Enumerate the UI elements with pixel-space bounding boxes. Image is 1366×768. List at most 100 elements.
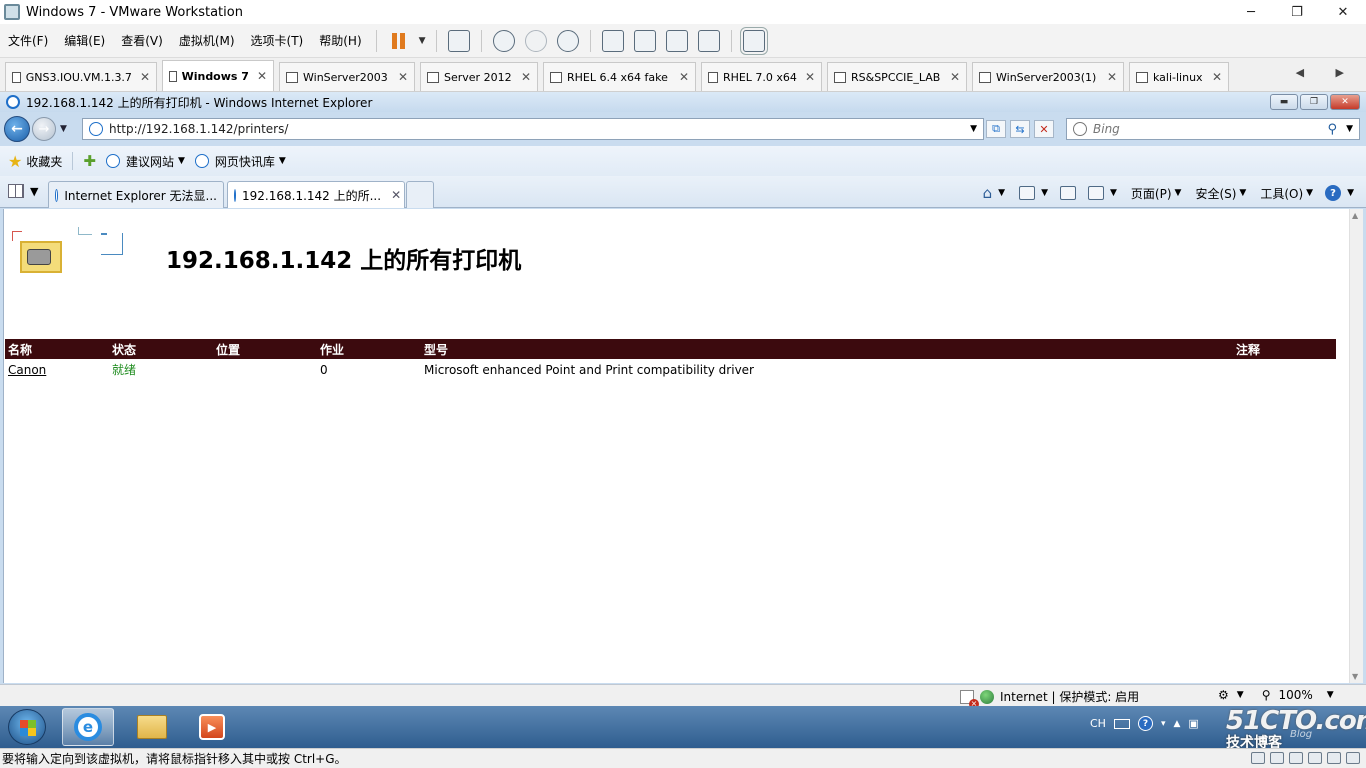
message-icon[interactable]: [1346, 752, 1360, 764]
forward-arrow-icon[interactable]: →: [32, 117, 56, 141]
cd-drive-icon[interactable]: [1270, 752, 1284, 764]
print-dropdown-icon[interactable]: ▼: [1110, 188, 1117, 198]
search-box[interactable]: ⚲ ▼: [1066, 118, 1360, 140]
stop-icon[interactable]: ✕: [1034, 120, 1054, 138]
restore-button[interactable]: ❐: [1274, 0, 1320, 24]
menu-vm[interactable]: 虚拟机(M): [171, 32, 243, 49]
ie-minimize-button[interactable]: ▬: [1270, 94, 1298, 110]
help-dropdown-icon[interactable]: ▼: [1347, 188, 1354, 198]
new-tab-button[interactable]: [406, 181, 434, 208]
add-to-favorites-bar-icon[interactable]: ✚: [83, 152, 96, 170]
power-dropdown-icon[interactable]: ▼: [419, 36, 426, 46]
sound-icon[interactable]: [1327, 752, 1341, 764]
taskbar-explorer-button[interactable]: [126, 708, 178, 746]
zoom-level[interactable]: 100%: [1278, 688, 1312, 702]
vm-tab-rsspccie[interactable]: RS&SPCCIE_LAB ✕: [827, 62, 967, 91]
web-slice-gallery-link[interactable]: 网页快讯库 ▼: [194, 153, 286, 170]
menu-file[interactable]: 文件(F): [0, 32, 56, 49]
tab-close-icon[interactable]: ✕: [1204, 70, 1222, 84]
ie-restore-button[interactable]: ❐: [1300, 94, 1328, 110]
zoom-icon[interactable]: ⚲: [1262, 688, 1271, 702]
security-zone[interactable]: Internet | 保护模式: 启用: [960, 688, 1139, 709]
scroll-up-icon[interactable]: ▲: [1352, 211, 1358, 220]
vm-tab-rhel70[interactable]: RHEL 7.0 x64 ✕: [701, 62, 822, 91]
print-icon[interactable]: [1087, 186, 1104, 200]
vm-tab-rhel64[interactable]: RHEL 6.4 x64 fake ✕: [543, 62, 696, 91]
menu-view[interactable]: 查看(V): [113, 32, 171, 49]
hard-disk-icon[interactable]: [1251, 752, 1265, 764]
favorites-button[interactable]: 收藏夹: [26, 153, 62, 170]
back-arrow-icon[interactable]: ←: [4, 116, 30, 142]
search-icon[interactable]: ⚲: [1327, 122, 1337, 137]
show-library-icon[interactable]: [601, 29, 624, 52]
vm-tab-kali[interactable]: kali-linux ✕: [1129, 62, 1229, 91]
tab-close-icon[interactable]: ✕: [249, 69, 267, 83]
page-status-icon[interactable]: ⚙: [1218, 688, 1229, 702]
zoom-dropdown-icon[interactable]: ▼: [1327, 690, 1334, 700]
page-menu[interactable]: 页面(P) ▼: [1131, 185, 1182, 202]
suspend-pause-icon[interactable]: [388, 30, 410, 52]
safety-menu[interactable]: 安全(S) ▼: [1195, 185, 1246, 202]
revert-snapshot-icon[interactable]: [524, 29, 547, 52]
favorites-star-icon[interactable]: ★: [8, 152, 22, 171]
console-view-icon[interactable]: [739, 26, 768, 55]
compatibility-view-icon[interactable]: ⧉: [986, 120, 1006, 138]
search-input[interactable]: [1093, 122, 1313, 136]
feeds-dropdown-icon[interactable]: ▼: [1041, 188, 1048, 198]
read-mail-icon[interactable]: [1059, 186, 1076, 200]
keyboard-icon[interactable]: [1113, 718, 1130, 729]
printer-link-canon[interactable]: Canon: [8, 363, 46, 377]
vm-tab-winserver2003-1[interactable]: WinServer2003(1) ✕: [972, 62, 1124, 91]
refresh-icon[interactable]: ⇆: [1010, 120, 1030, 138]
tab-close-icon[interactable]: ✕: [797, 70, 815, 84]
full-screen-icon[interactable]: [665, 29, 688, 52]
tab-close-icon[interactable]: ✕: [390, 70, 408, 84]
take-snapshot-icon[interactable]: [492, 29, 515, 52]
help-icon[interactable]: ?: [1137, 716, 1153, 731]
scroll-down-icon[interactable]: ▼: [1352, 672, 1358, 681]
vertical-scrollbar[interactable]: ▲ ▼: [1349, 209, 1363, 683]
menu-help[interactable]: 帮助(H): [311, 32, 369, 49]
address-bar[interactable]: ▼: [82, 118, 984, 140]
suggested-sites-link[interactable]: 建议网站 ▼: [105, 153, 185, 170]
unity-icon[interactable]: [697, 29, 720, 52]
tab-list-dropdown-icon[interactable]: ▼: [30, 185, 38, 198]
show-hidden-icons-icon[interactable]: ▲: [1173, 719, 1180, 729]
close-button[interactable]: ✕: [1320, 0, 1366, 24]
input-language[interactable]: CH: [1090, 717, 1106, 730]
network-icon[interactable]: ▣: [1188, 717, 1198, 730]
minimize-button[interactable]: ─: [1228, 0, 1274, 24]
taskbar-ie-button[interactable]: e: [62, 708, 114, 746]
tab-scroll-arrows-icon[interactable]: ◀ ▶: [1296, 66, 1358, 79]
menu-edit[interactable]: 编辑(E): [56, 32, 113, 49]
feeds-icon[interactable]: [1019, 186, 1036, 200]
address-dropdown-icon[interactable]: ▼: [970, 124, 977, 134]
quick-tabs-icon[interactable]: [8, 184, 24, 198]
vm-tab-gns3[interactable]: GNS3.IOU.VM.1.3.7 ✕: [5, 62, 157, 91]
send-ctrl-alt-del-icon[interactable]: [447, 29, 470, 52]
ime-options-icon[interactable]: ▾: [1161, 719, 1166, 729]
tab-close-icon[interactable]: ✕: [391, 188, 401, 202]
ie-tab-error[interactable]: Internet Explorer 无法显...: [48, 181, 224, 208]
tools-menu[interactable]: 工具(O) ▼: [1260, 185, 1313, 202]
vm-tab-winserver2003[interactable]: WinServer2003 ✕: [279, 62, 415, 91]
tab-close-icon[interactable]: ✕: [513, 70, 531, 84]
network-adapter-icon[interactable]: [1289, 752, 1303, 764]
vm-tab-server2012[interactable]: Server 2012 ✕: [420, 62, 538, 91]
home-dropdown-icon[interactable]: ▼: [998, 188, 1005, 198]
dropdown-icon[interactable]: ▼: [1237, 690, 1244, 700]
tab-close-icon[interactable]: ✕: [132, 70, 150, 84]
thumbnail-bar-icon[interactable]: [633, 29, 656, 52]
popup-blocked-icon[interactable]: [960, 689, 979, 709]
vm-tab-windows7[interactable]: Windows 7 ✕: [162, 60, 274, 91]
start-button[interactable]: [8, 709, 46, 745]
tab-close-icon[interactable]: ✕: [671, 70, 689, 84]
usb-icon[interactable]: [1308, 752, 1322, 764]
search-dropdown-icon[interactable]: ▼: [1346, 124, 1353, 134]
quick-tabs[interactable]: ▼: [8, 184, 38, 198]
taskbar-media-player-button[interactable]: ▶: [186, 708, 238, 746]
ie-tab-printers[interactable]: 192.168.1.142 上的所... ✕: [227, 181, 405, 208]
tab-close-icon[interactable]: ✕: [1099, 70, 1117, 84]
menu-tabs[interactable]: 选项卡(T): [243, 32, 312, 49]
history-dropdown-icon[interactable]: ▼: [60, 124, 67, 134]
